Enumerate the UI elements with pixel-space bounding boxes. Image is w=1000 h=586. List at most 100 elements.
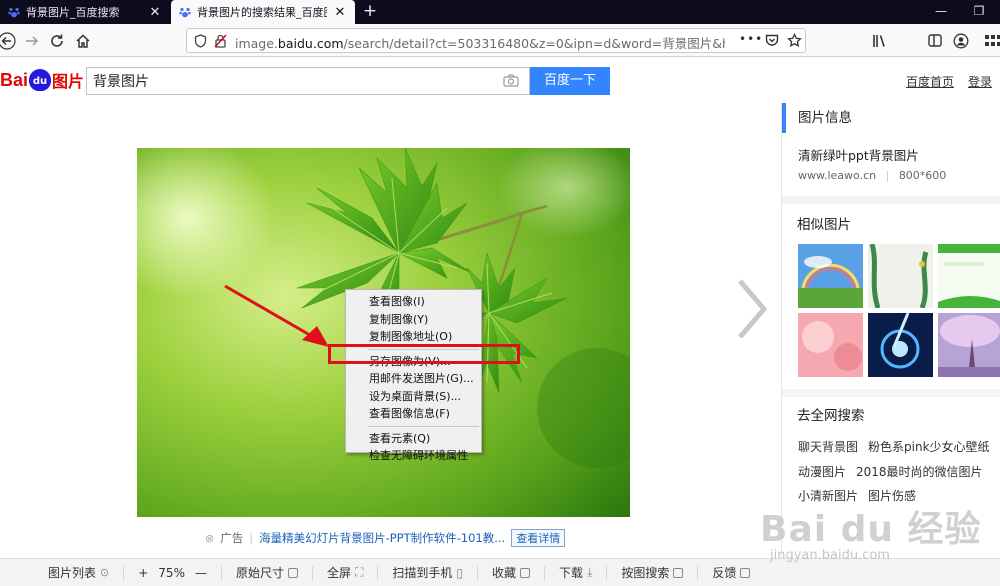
bookmark-star-icon[interactable] xyxy=(787,33,802,48)
menu-item-inspect-accessibility[interactable]: 检查无障碍环境属性 xyxy=(346,447,481,465)
reload-icon xyxy=(51,34,63,47)
original-size-button[interactable]: 原始尺寸 xyxy=(222,565,313,580)
baidu-home-link[interactable]: 百度首页 xyxy=(906,73,954,90)
download-icon: ⤓ xyxy=(587,565,593,579)
paw-icon xyxy=(8,7,20,18)
image-list-button[interactable]: 图片列表 ⊙ xyxy=(0,565,125,580)
extensions-grid-icon[interactable] xyxy=(984,35,1000,47)
url-bar[interactable]: image.baidu.com/search/detail?ct=5033164… xyxy=(186,28,806,53)
ad-details-button[interactable]: 查看详情 xyxy=(511,529,566,547)
search-input[interactable] xyxy=(87,68,487,94)
zoom-out-button[interactable]: — xyxy=(195,566,207,580)
image-info-title: 图片信息 xyxy=(782,103,1000,133)
account-icon[interactable] xyxy=(953,33,969,49)
image-size: 800*600 xyxy=(898,169,947,182)
zoom-in-button[interactable]: + xyxy=(138,566,148,580)
similar-images-title: 相似图片 xyxy=(797,217,851,233)
navigation-bar: image.baidu.com/search/detail?ct=5033164… xyxy=(0,24,1000,57)
tab-baidu-search[interactable]: 背景图片_百度搜索 ✕ xyxy=(0,0,170,24)
back-arrow-icon xyxy=(0,32,16,50)
right-panel: 图片信息 清新绿叶ppt背景图片 www.leawo.cn | 800*600 … xyxy=(781,103,1000,558)
menu-item-set-desktop-background[interactable]: 设为桌面背景(S)... xyxy=(346,388,481,406)
insecure-lock-icon[interactable] xyxy=(214,34,227,48)
menu-item-view-image-info[interactable]: 查看图像信息(F) xyxy=(346,405,481,423)
login-link[interactable]: 登录 xyxy=(968,73,992,90)
tag-link[interactable]: 聊天背景图 xyxy=(798,440,858,454)
image-meta: www.leawo.cn | 800*600 xyxy=(782,169,1000,182)
tab-label: 背景图片_百度搜索 xyxy=(26,6,120,19)
similar-image-thumb[interactable] xyxy=(938,313,1000,377)
zoom-level: 75% xyxy=(158,565,185,580)
sidebar-icon[interactable] xyxy=(928,34,942,47)
image-source-site[interactable]: www.leawo.cn xyxy=(798,169,876,182)
ad-separator: | xyxy=(249,531,254,545)
download-button[interactable]: 下载 ⤓ xyxy=(545,565,608,580)
zoom-control: + 75% — xyxy=(124,565,222,580)
watermark-url: jingyan.baidu.com xyxy=(770,548,890,563)
forward-button[interactable] xyxy=(21,30,43,52)
phone-icon: ▯ xyxy=(456,565,464,580)
menu-item-copy-image-address[interactable]: 复制图像地址(O) xyxy=(346,328,481,346)
search-box xyxy=(86,67,530,95)
new-tab-button[interactable]: + xyxy=(360,0,380,24)
reload-button[interactable] xyxy=(46,30,68,52)
baidu-header: Bai du 图片 百度一下 百度首页 登录 xyxy=(0,57,1000,103)
search-button[interactable]: 百度一下 xyxy=(530,67,610,95)
ad-link[interactable]: 海量精美幻灯片背景图片-PPT制作软件-101教... xyxy=(259,530,505,546)
next-image-chevron-icon[interactable] xyxy=(735,278,769,340)
similar-image-thumb[interactable] xyxy=(798,244,863,308)
shield-icon[interactable] xyxy=(194,34,207,48)
close-icon[interactable]: ✕ xyxy=(148,5,162,20)
highlight-box xyxy=(328,344,520,364)
menu-item-inspect-element[interactable]: 查看元素(Q) xyxy=(346,430,481,448)
chevron-down-icon: ⊙ xyxy=(100,566,110,579)
feedback-button[interactable]: 反馈 xyxy=(698,566,764,580)
tag-link[interactable]: 2018最时尚的微信图片 xyxy=(856,465,983,479)
pocket-icon[interactable] xyxy=(765,34,779,47)
minimize-icon[interactable]: — xyxy=(926,0,956,24)
camera-icon[interactable] xyxy=(503,74,519,87)
related-search-tags: 聊天背景图 粉色系pink少女心壁纸 动漫图片 2018最时尚的微信图片 小清新图片… xyxy=(782,431,1000,509)
section-divider xyxy=(782,196,1000,204)
top-links: 百度首页 登录 xyxy=(906,73,992,90)
page-actions-icon[interactable]: ••• xyxy=(739,32,763,46)
fullscreen-icon: ⛶ xyxy=(355,565,364,579)
similar-images-grid xyxy=(782,244,1000,377)
feedback-icon xyxy=(740,567,751,578)
tab-strip: 背景图片_百度搜索 ✕ 背景图片的搜索结果_百度图片 ✕ + — ❐ xyxy=(0,0,1000,24)
similar-image-thumb[interactable] xyxy=(798,313,863,377)
favorite-button[interactable]: 收藏 xyxy=(478,565,546,580)
image-info-section: 图片信息 清新绿叶ppt背景图片 www.leawo.cn | 800*600 xyxy=(782,103,1000,182)
tag-link[interactable]: 粉色系pink少女心壁纸 xyxy=(868,440,990,454)
close-icon[interactable]: ✕ xyxy=(333,5,347,20)
similar-image-thumb[interactable] xyxy=(868,244,933,308)
similar-image-thumb[interactable] xyxy=(938,244,1000,308)
image-search-button[interactable]: 按图搜索 xyxy=(607,565,699,580)
folder-icon xyxy=(520,567,531,578)
forward-arrow-icon xyxy=(26,36,39,46)
ad-tag: 广告 xyxy=(220,531,244,545)
baidu-image-logo[interactable]: Bai du 图片 xyxy=(0,67,84,93)
image-name: 清新绿叶ppt背景图片 xyxy=(798,148,919,163)
tab-image-results[interactable]: 背景图片的搜索结果_百度图片 ✕ xyxy=(171,0,355,24)
menu-item-view-image[interactable]: 查看图像(I) xyxy=(346,293,481,311)
restore-icon[interactable]: ❐ xyxy=(964,0,994,24)
library-icon[interactable] xyxy=(872,34,887,48)
back-button[interactable] xyxy=(0,30,18,52)
menu-separator xyxy=(368,425,479,427)
section-divider xyxy=(782,389,1000,397)
home-button[interactable] xyxy=(72,30,94,52)
baidu-paw-icon: du xyxy=(29,69,52,91)
close-ad-icon[interactable]: ⊗ xyxy=(205,532,214,545)
menu-item-email-image[interactable]: 用邮件发送图片(G)... xyxy=(346,370,481,388)
menu-item-copy-image[interactable]: 复制图像(Y) xyxy=(346,311,481,329)
scan-to-phone-button[interactable]: 扫描到手机 ▯ xyxy=(378,565,479,580)
fullscreen-button[interactable]: 全屏 ⛶ xyxy=(313,565,379,580)
tag-link[interactable]: 动漫图片 xyxy=(798,465,846,479)
original-size-icon xyxy=(287,567,298,578)
tab-label: 背景图片的搜索结果_百度图片 xyxy=(197,6,327,19)
home-icon xyxy=(76,34,90,48)
context-menu: 查看图像(I) 复制图像(Y) 复制图像地址(O) 另存图像为(V)... 用邮… xyxy=(345,289,482,462)
similar-image-thumb[interactable] xyxy=(868,313,933,377)
meta-separator: | xyxy=(885,169,890,182)
